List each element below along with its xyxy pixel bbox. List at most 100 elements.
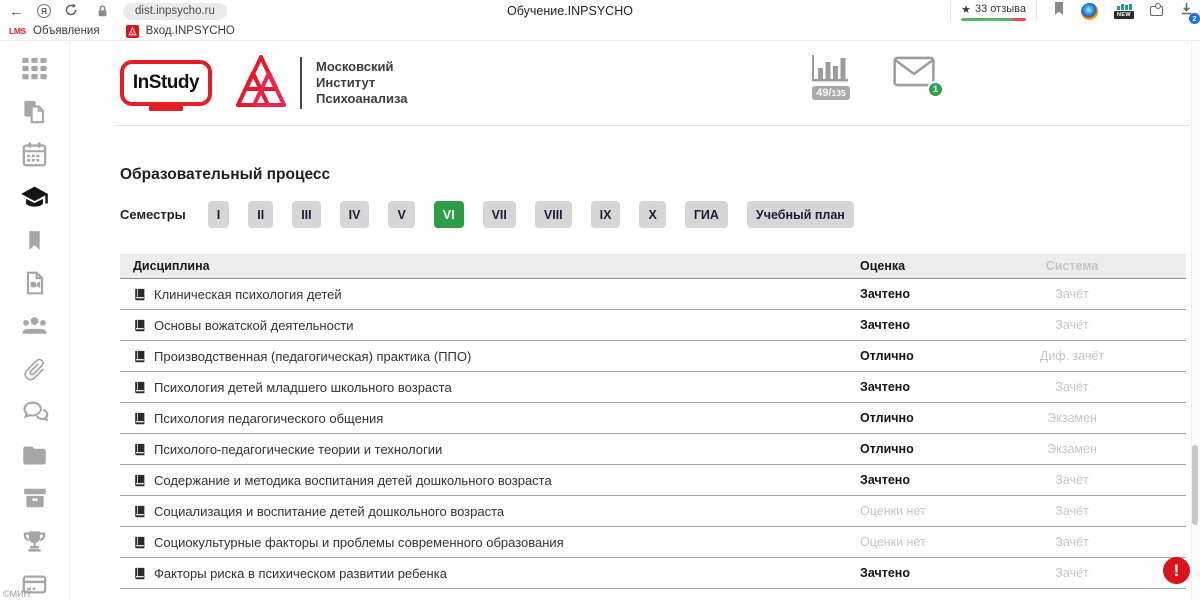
- discipline-label[interactable]: Психология педагогического общения: [154, 411, 383, 426]
- bookmark-label: Вход.INPSYCHO: [146, 25, 235, 37]
- extensions-icon[interactable]: [1150, 6, 1163, 16]
- discipline-label[interactable]: Производственная (педагогическая) практи…: [154, 349, 471, 364]
- semester-button-VIII[interactable]: VIII: [535, 201, 572, 228]
- semester-button-V[interactable]: V: [388, 201, 414, 228]
- sidebar-item-documents[interactable]: [20, 96, 50, 126]
- discipline-label[interactable]: Клиническая психология детей: [154, 287, 342, 302]
- header-stats: 49/135 1: [810, 53, 936, 100]
- sidebar-item-grid[interactable]: [20, 53, 50, 83]
- semester-button-IV[interactable]: IV: [340, 201, 370, 228]
- table-row[interactable]: Психология детей младшего школьного возр…: [120, 372, 1186, 403]
- sidebar-item-groups[interactable]: [20, 311, 50, 341]
- chat-icon: [21, 398, 49, 426]
- system-cell: Зачёт: [990, 566, 1186, 580]
- bookmark-announcements[interactable]: LMS Объявления: [9, 25, 100, 37]
- book-icon: [133, 443, 146, 456]
- grade-cell: Отлично: [860, 349, 990, 363]
- main-content: InStudy Московский Институт Психоанализа…: [70, 41, 1200, 600]
- back-icon[interactable]: ←: [9, 4, 24, 19]
- system-cell: Зачёт: [990, 287, 1186, 301]
- system-cell: Экзамен: [990, 442, 1186, 456]
- reviews-meter: [961, 18, 1026, 21]
- address-bar[interactable]: dist.inpsycho.ru: [123, 3, 227, 20]
- book-icon: [133, 474, 146, 487]
- book-icon: [133, 536, 146, 549]
- scrollbar-thumb[interactable]: [1192, 445, 1198, 525]
- discipline-label[interactable]: Содержание и методика воспитания детей д…: [154, 473, 552, 488]
- discipline-label[interactable]: Основы вожатской деятельности: [154, 318, 354, 333]
- grade-cell: Зачтено: [860, 287, 990, 301]
- table-row[interactable]: Клиническая психология детей Зачтено Зач…: [120, 279, 1186, 310]
- system-cell: Зачёт: [990, 535, 1186, 549]
- documents-icon: [21, 98, 48, 125]
- reviews-widget[interactable]: ★ 33 отзыва: [950, 2, 1037, 21]
- new-extension-icon[interactable]: NEW: [1114, 4, 1134, 19]
- semesters-label: Семестры: [120, 207, 186, 222]
- bookmark-login[interactable]: Вход.INPSYCHO: [126, 25, 235, 38]
- table-row[interactable]: Психология педагогического общения Отлич…: [120, 403, 1186, 434]
- discipline-label[interactable]: Факторы риска в психическом развитии реб…: [154, 566, 447, 581]
- downloads-badge: 2: [1189, 13, 1200, 24]
- alert-button[interactable]: !: [1163, 557, 1190, 584]
- sidebar-item-education[interactable]: [20, 182, 50, 212]
- discipline-label[interactable]: Психолого-педагогические теории и технол…: [154, 442, 442, 457]
- page-title: Образовательный процесс: [120, 166, 1200, 184]
- sidebar-item-calendar[interactable]: [20, 139, 50, 169]
- grades-table: Дисциплина Оценка Система Клиническая пс…: [120, 254, 1186, 589]
- system-cell: Зачёт: [990, 473, 1186, 487]
- mip-triangles-logo: [236, 54, 286, 113]
- browser-toolbar: ★ 33 отзыва NEW 2: [950, 0, 1194, 22]
- column-discipline: Дисциплина: [120, 259, 860, 273]
- table-row[interactable]: Основы вожатской деятельности Зачтено За…: [120, 310, 1186, 341]
- browser-profile-icon[interactable]: [1081, 3, 1098, 20]
- yandex-icon[interactable]: Я: [37, 4, 51, 18]
- discipline-label[interactable]: Социализация и воспитание детей дошкольн…: [154, 504, 504, 519]
- system-cell: Зачёт: [990, 380, 1186, 394]
- progress-widget[interactable]: 49/135: [810, 53, 852, 100]
- semester-button-VII[interactable]: VII: [483, 201, 516, 228]
- table-body: Клиническая психология детей Зачтено Зач…: [120, 279, 1186, 589]
- sidebar-item-bookmarks[interactable]: [20, 225, 50, 255]
- bookmarks-bar: LMS Объявления Вход.INPSYCHO: [0, 22, 1200, 41]
- book-icon: [133, 288, 146, 301]
- calendar-icon: [21, 141, 48, 168]
- system-cell: Экзамен: [990, 411, 1186, 425]
- discipline-label[interactable]: Психология детей младшего школьного возр…: [154, 380, 452, 395]
- semester-button-I[interactable]: I: [208, 201, 229, 228]
- table-row[interactable]: Психолого-педагогические теории и технол…: [120, 434, 1186, 465]
- video-file-icon: [22, 270, 48, 296]
- book-icon: [133, 381, 146, 394]
- instudy-logo[interactable]: InStudy: [120, 60, 212, 106]
- mail-button[interactable]: 1: [892, 56, 936, 92]
- table-row[interactable]: Социализация и воспитание детей дошкольн…: [120, 496, 1186, 527]
- semester-button-Учебный план[interactable]: Учебный план: [747, 201, 854, 228]
- sidebar-item-archive[interactable]: [20, 483, 50, 513]
- semester-button-II[interactable]: II: [248, 201, 273, 228]
- sidebar-item-messages[interactable]: [20, 397, 50, 427]
- sidebar-item-attachments[interactable]: [20, 354, 50, 384]
- progress-badge: 49/135: [812, 86, 849, 100]
- table-row[interactable]: Факторы риска в психическом развитии реб…: [120, 558, 1186, 589]
- discipline-label[interactable]: Социокультурные факторы и проблемы совре…: [154, 535, 564, 550]
- browser-nav: ← Я dist.inpsycho.ru: [0, 3, 227, 20]
- semester-button-X[interactable]: X: [639, 201, 665, 228]
- folder-icon: [21, 442, 48, 469]
- sidebar-item-folders[interactable]: [20, 440, 50, 470]
- bookmark-flag-icon[interactable]: [1053, 1, 1065, 21]
- downloads-button[interactable]: 2: [1179, 1, 1194, 21]
- browser-chrome: ← Я dist.inpsycho.ru Обучение.INPSYCHO ★…: [0, 0, 1200, 22]
- table-row[interactable]: Социокультурные факторы и проблемы совре…: [120, 527, 1186, 558]
- sidebar-item-achievements[interactable]: [20, 526, 50, 556]
- table-row[interactable]: Производственная (педагогическая) практи…: [120, 341, 1186, 372]
- refresh-icon[interactable]: [64, 3, 78, 20]
- bar-chart-icon: [810, 53, 852, 85]
- semester-filter: Семестры IIIIIIIVVVIVIIVIIIIXXГИАУчебный…: [120, 201, 1200, 228]
- sidebar-item-video-materials[interactable]: [20, 268, 50, 298]
- table-row[interactable]: Содержание и методика воспитания детей д…: [120, 465, 1186, 496]
- grade-cell: Зачтено: [860, 473, 990, 487]
- semester-button-ГИА[interactable]: ГИА: [685, 201, 728, 228]
- semester-button-VI[interactable]: VI: [434, 201, 464, 228]
- semester-button-III[interactable]: III: [292, 201, 320, 228]
- mip-logo-icon: [126, 25, 139, 38]
- semester-button-IX[interactable]: IX: [591, 201, 621, 228]
